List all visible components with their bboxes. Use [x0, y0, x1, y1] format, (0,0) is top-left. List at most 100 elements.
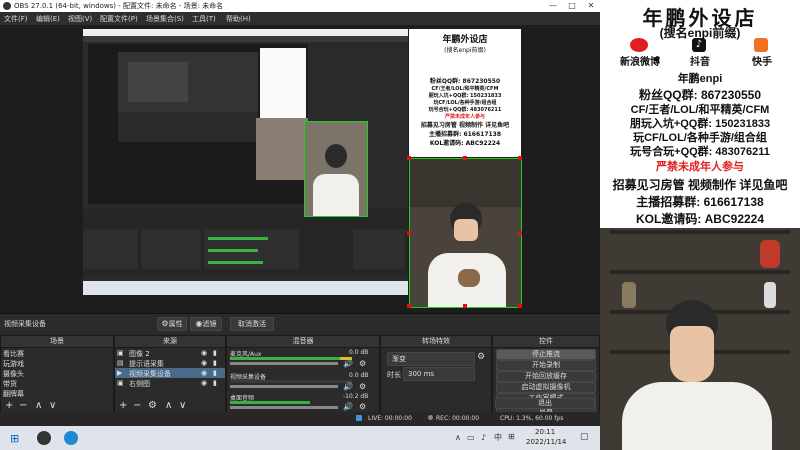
preview-canvas[interactable]: 年鹏外设店 (搜名enpi前缀) 粉丝QQ群: 867230550 CF/王者/…: [0, 25, 600, 313]
close-button[interactable]: ✕: [582, 0, 600, 12]
shelf: [610, 230, 790, 234]
add-scene-button[interactable]: +: [5, 400, 13, 411]
gear-icon[interactable]: ⚙: [359, 359, 366, 368]
exit-button[interactable]: 退出: [495, 398, 595, 409]
menu-scene-collection[interactable]: 场景集合(S): [146, 14, 184, 24]
clock-time[interactable]: 20:11: [535, 428, 555, 436]
captured-controls: [353, 229, 405, 269]
stop-streaming-button[interactable]: 停止推流: [496, 349, 596, 360]
person-shirt: [622, 382, 772, 450]
preview-selected-source[interactable]: [407, 156, 522, 308]
record-icon: [428, 415, 433, 420]
menu-tools[interactable]: 工具(T): [192, 14, 216, 24]
speaker-icon[interactable]: 🔊: [343, 382, 353, 391]
remove-scene-button[interactable]: −: [19, 400, 27, 411]
social-douyin: 抖音: [690, 57, 710, 68]
maximize-button[interactable]: □: [563, 0, 581, 12]
volume-meter: [230, 380, 352, 383]
source-settings-icon[interactable]: ⚙: [148, 400, 157, 411]
preview-poster-group1: 朋玩入坑+QQ群: 150231833: [428, 93, 502, 99]
input-mode-icon[interactable]: ⊞: [508, 432, 515, 441]
scene-item[interactable]: 玩游戏: [3, 359, 24, 369]
social-kuaishou: 快手: [752, 57, 772, 68]
menu-edit[interactable]: 编辑(E): [36, 14, 60, 24]
scene-item[interactable]: 看比赛: [3, 349, 24, 359]
scene-item[interactable]: 带货: [3, 379, 17, 389]
network-icon[interactable]: ▭: [467, 433, 475, 442]
source-row[interactable]: ▣ 图像 2 ◉ ▮: [115, 348, 225, 358]
social-weibo: 新浪微博: [620, 57, 660, 68]
move-down-icon[interactable]: ∨: [179, 400, 186, 411]
captured-titlebar: [83, 29, 408, 36]
filters-button[interactable]: ◉滤镜: [190, 317, 222, 331]
volume-slider[interactable]: [230, 406, 338, 409]
obs-taskbar-icon[interactable]: [37, 431, 51, 445]
start-virtual-camera-button[interactable]: 启动虚拟摄像机: [496, 382, 596, 393]
preview-small-cam[interactable]: [304, 121, 368, 217]
lock-icon[interactable]: ▮: [213, 369, 217, 377]
volume-slider[interactable]: [230, 385, 338, 388]
captured-inner-window: [118, 52, 258, 142]
eye-icon[interactable]: ◉: [201, 369, 207, 377]
notification-icon[interactable]: ▢: [580, 432, 589, 442]
volume-icon[interactable]: ♪: [481, 433, 486, 442]
gear-icon[interactable]: ⚙: [477, 352, 485, 362]
captured-cam: [256, 118, 308, 180]
taskbar: ⊞ ∧ ▭ ♪ 中 ⊞ 20:11 2022/11/14 ▢: [0, 426, 600, 450]
eye-icon[interactable]: ◉: [201, 379, 207, 387]
speaker-icon[interactable]: 🔊: [343, 359, 353, 368]
stream-health-icon: [356, 415, 362, 421]
eye-icon[interactable]: ◉: [201, 349, 207, 357]
minimize-button[interactable]: —: [544, 0, 562, 12]
menu-file[interactable]: 文件(F): [4, 14, 28, 24]
controls-header: 控件: [493, 336, 599, 348]
figurine: [622, 282, 636, 308]
edge-browser-icon[interactable]: [64, 431, 78, 445]
menu-help[interactable]: 帮助(H): [226, 14, 251, 24]
weibo-icon: [630, 38, 648, 52]
status-bar: LIVE: 00:00:00 REC: 00:00:00 CPU: 1.3%, …: [0, 412, 600, 426]
properties-button[interactable]: ⚙属性: [157, 317, 187, 331]
volume-slider[interactable]: [230, 362, 338, 365]
volume-meter: [230, 357, 340, 360]
sources-header: 来源: [115, 336, 225, 348]
lock-icon[interactable]: ▮: [213, 359, 217, 367]
scene-item[interactable]: 翻牌幕: [3, 389, 24, 399]
add-source-button[interactable]: +: [119, 400, 127, 411]
start-recording-button[interactable]: 开始录制: [496, 360, 596, 371]
gear-icon[interactable]: ⚙: [359, 402, 366, 411]
transition-select[interactable]: 渐变: [387, 352, 475, 366]
preview-poster-warning: 严禁未成年人参与: [444, 114, 485, 120]
source-row[interactable]: ▤ 提示语采集 ◉ ▮: [115, 358, 225, 368]
preview-poster-title: 年鹏外设店: [442, 34, 488, 44]
clock-date[interactable]: 2022/11/14: [526, 438, 566, 446]
scenes-dock: 场景 看比赛 玩游戏 摄像头 带货 翻牌幕 + − ∧ ∨: [0, 335, 114, 414]
menu-view[interactable]: 视图(V): [68, 14, 92, 24]
lock-icon[interactable]: ▮: [213, 379, 217, 387]
start-replay-buffer-button[interactable]: 开始回放缓存: [496, 371, 596, 382]
captured-scenes: [83, 229, 138, 269]
menu-bar: 文件(F) 编辑(E) 视图(V) 配置文件(P) 场景集合(S) 工具(T) …: [0, 12, 600, 25]
speaker-icon[interactable]: 🔊: [343, 402, 353, 411]
source-row[interactable]: ▣ 右侧图 ◉ ▮: [115, 378, 225, 388]
deactivate-button[interactable]: 取消激活: [230, 317, 274, 331]
preview-poster-group3: 玩号合玩+QQ群: 483076211: [428, 107, 502, 113]
menu-profile[interactable]: 配置文件(P): [100, 14, 138, 24]
eye-icon[interactable]: ◉: [201, 359, 207, 367]
captured-taskbar: [83, 281, 408, 295]
duration-input[interactable]: 300 ms: [403, 367, 475, 381]
chevron-up-icon[interactable]: ∧: [455, 433, 461, 442]
move-down-icon[interactable]: ∨: [49, 400, 56, 411]
lock-icon[interactable]: ▮: [213, 349, 217, 357]
remove-source-button[interactable]: −: [133, 400, 141, 411]
preview-poster-group2: 玩CF/LOL/各种手游/组合组: [433, 100, 497, 106]
move-up-icon[interactable]: ∧: [35, 400, 42, 411]
mixer-header: 混音器: [227, 336, 379, 348]
scene-item[interactable]: 摄像头: [3, 369, 24, 379]
gear-icon[interactable]: ⚙: [359, 382, 366, 391]
ime-indicator[interactable]: 中: [494, 432, 502, 443]
move-up-icon[interactable]: ∧: [165, 400, 172, 411]
capture-icon: ▤: [117, 359, 124, 367]
source-row-selected[interactable]: ▶ 视频采集设备 ◉ ▮: [115, 368, 225, 378]
windows-start-icon[interactable]: ⊞: [10, 432, 19, 445]
